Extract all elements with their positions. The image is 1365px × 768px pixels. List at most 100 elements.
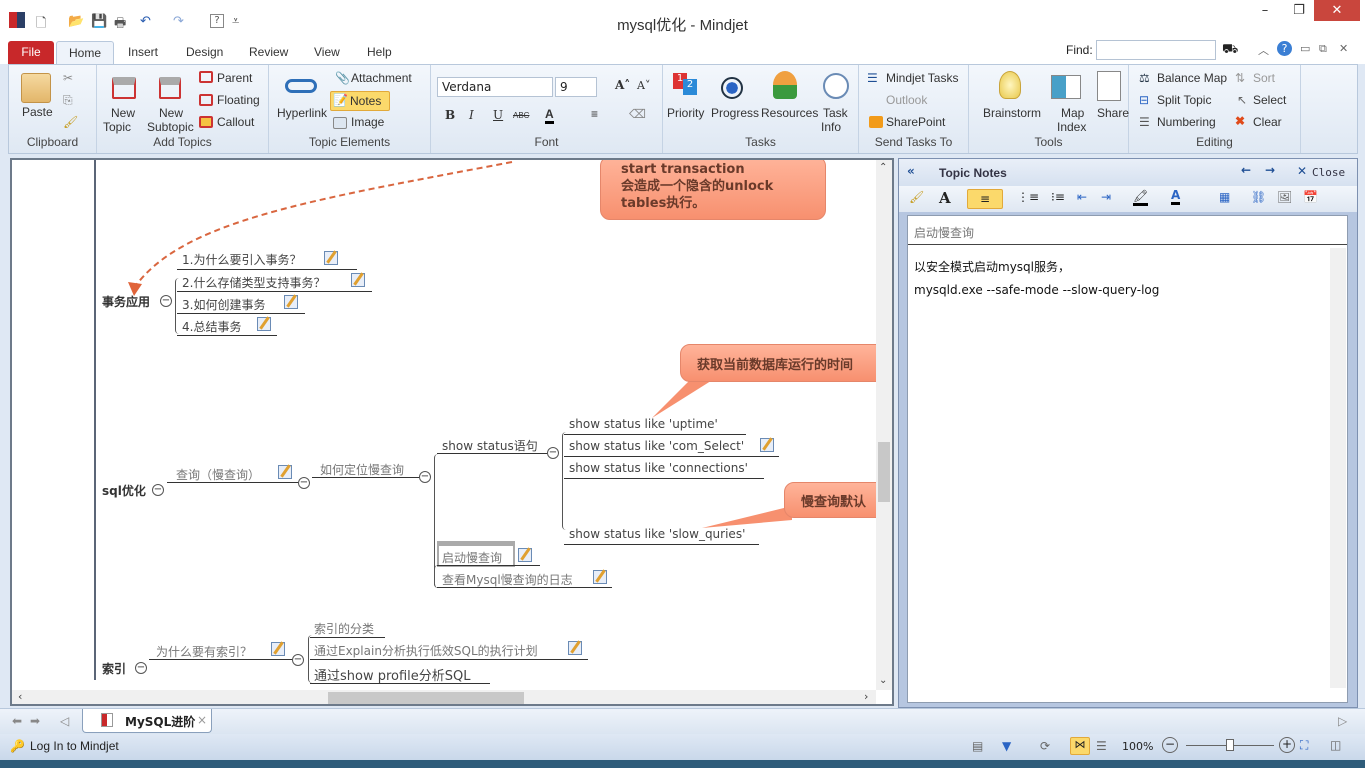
shrink-font-icon[interactable]: A˅: [637, 79, 650, 92]
collapse-ribbon-icon[interactable]: ︿: [1258, 42, 1269, 58]
select-button[interactable]: Select: [1253, 93, 1286, 107]
subtopic-query[interactable]: 查询（慢查询）: [176, 466, 260, 483]
note-icon[interactable]: [284, 295, 298, 309]
share-icon[interactable]: [1097, 71, 1121, 101]
tab-home[interactable]: Home: [56, 41, 115, 64]
bold-button[interactable]: B: [445, 108, 455, 122]
priority-button[interactable]: Priority: [667, 106, 704, 120]
mindjet-tasks-button[interactable]: Mindjet Tasks: [886, 71, 958, 85]
status-item[interactable]: show status like 'com_Select': [569, 439, 744, 453]
map-index-icon[interactable]: [1051, 75, 1081, 99]
numbered-list-icon[interactable]: ⋮≡: [1017, 190, 1039, 204]
zoom-in-button[interactable]: +: [1279, 737, 1295, 753]
new-subtopic-button-line2[interactable]: Subtopic: [147, 120, 194, 134]
horizontal-scrollbar[interactable]: ‹ ›: [12, 690, 876, 704]
sort-button[interactable]: Sort: [1253, 71, 1275, 85]
brainstorm-icon[interactable]: [999, 71, 1021, 99]
collapse-toggle[interactable]: −: [160, 295, 172, 307]
callout-icon[interactable]: [199, 116, 213, 128]
new-topic-button-line2[interactable]: Topic: [103, 120, 131, 134]
back-icon[interactable]: ⬅: [12, 714, 22, 728]
cut-icon[interactable]: ✂: [63, 71, 73, 85]
attachment-icon[interactable]: 📎: [335, 71, 350, 85]
progress-button[interactable]: Progress: [711, 106, 759, 120]
topic-transaction[interactable]: 事务应用: [102, 293, 150, 310]
help-circle-icon[interactable]: ?: [1277, 41, 1292, 56]
topic-index[interactable]: 索引: [102, 660, 126, 677]
restore-button[interactable]: ❐: [1284, 0, 1314, 21]
tab-help[interactable]: Help: [355, 41, 404, 64]
open-icon[interactable]: 📂: [68, 14, 84, 29]
floating-button[interactable]: Floating: [217, 93, 260, 107]
subtopic[interactable]: 2.什么存储类型支持事务？: [182, 274, 325, 291]
italic-button[interactable]: I: [469, 108, 474, 122]
image-icon[interactable]: [333, 117, 347, 129]
list-view-icon[interactable]: ☰: [1096, 739, 1107, 753]
paste-button[interactable]: Paste: [22, 105, 53, 119]
clear-format-icon[interactable]: ⌫: [629, 107, 646, 121]
sync-icon[interactable]: ⟳: [1040, 739, 1050, 753]
parent-icon[interactable]: [199, 71, 213, 83]
horizontal-scroll-thumb[interactable]: [328, 692, 524, 704]
collapse-toggle[interactable]: −: [292, 654, 304, 666]
brainstorm-button[interactable]: Brainstorm: [983, 106, 1041, 120]
tab-review[interactable]: Review: [237, 41, 300, 64]
index-item[interactable]: 索引的分类: [314, 620, 374, 637]
doc-tab-close[interactable]: ×: [197, 713, 207, 727]
numbering-button[interactable]: Numbering: [1157, 115, 1216, 129]
clear-button[interactable]: Clear: [1253, 115, 1282, 129]
highlight-icon[interactable]: 🖍: [1133, 189, 1149, 206]
resources-button[interactable]: Resources: [761, 106, 818, 120]
new-subtopic-button[interactable]: New: [159, 106, 183, 120]
zoom-slider-thumb[interactable]: [1226, 739, 1234, 751]
subtopic[interactable]: 1.为什么要引入事务？: [182, 251, 301, 268]
note-icon[interactable]: [568, 641, 582, 655]
subtopic-show-status[interactable]: show status语句: [442, 437, 538, 454]
align-icon[interactable]: ≡: [591, 107, 598, 121]
note-icon[interactable]: [271, 642, 285, 656]
forward-icon[interactable]: ➡: [30, 714, 40, 728]
notes-line[interactable]: mysqld.exe --safe-mode --slow-query-log: [914, 283, 1159, 297]
previous-note-icon[interactable]: ←: [1241, 163, 1251, 177]
note-icon[interactable]: [257, 317, 271, 331]
align-left-button[interactable]: ≡: [967, 189, 1003, 209]
font-color-icon[interactable]: A: [545, 107, 554, 124]
map-index-button[interactable]: Map: [1061, 106, 1084, 120]
find-input[interactable]: [1096, 40, 1216, 60]
note-icon[interactable]: [351, 273, 365, 287]
note-icon[interactable]: [593, 570, 607, 584]
zoom-out-button[interactable]: −: [1162, 737, 1178, 753]
scroll-down-icon[interactable]: ⌄: [879, 675, 887, 686]
subtopic-locate[interactable]: 如何定位慢查询: [320, 461, 404, 478]
notes-line[interactable]: 以安全模式启动mysql服务，: [914, 258, 1070, 275]
collapse-toggle[interactable]: −: [135, 662, 147, 674]
binoculars-icon[interactable]: ⛟: [1222, 42, 1238, 59]
collapse-toggle[interactable]: −: [547, 447, 559, 459]
progress-icon[interactable]: [721, 77, 743, 99]
callout-button[interactable]: Callout: [217, 115, 254, 129]
task-info-button[interactable]: Task: [823, 106, 848, 120]
callout-start-transaction[interactable]: start transaction 会造成一个隐含的unlock tables执…: [600, 160, 826, 220]
strikethrough-button[interactable]: ABC: [513, 111, 529, 120]
floating-icon[interactable]: [199, 94, 213, 106]
doc-tab-mysql[interactable]: MySQL进阶 ×: [82, 709, 212, 733]
balance-map-button[interactable]: Balance Map: [1157, 71, 1227, 85]
table-icon[interactable]: ▦: [1219, 190, 1230, 204]
minimize-button[interactable]: –: [1250, 0, 1280, 21]
doc-restore-icon[interactable]: ⧉: [1319, 42, 1327, 56]
task-info-icon[interactable]: [823, 73, 849, 99]
image-button[interactable]: Image: [351, 115, 384, 129]
save-icon[interactable]: 💾: [91, 14, 107, 29]
login-button[interactable]: Log In to Mindjet: [30, 739, 119, 753]
new-icon[interactable]: 🗋: [36, 14, 46, 36]
callout-uptime[interactable]: 获取当前数据库运行的时间: [680, 344, 892, 382]
outline-view-icon[interactable]: ▤: [972, 739, 983, 753]
underline-button[interactable]: U: [493, 108, 503, 122]
status-item[interactable]: show status like 'connections': [569, 461, 748, 475]
redo-icon[interactable]: ↷: [173, 14, 184, 29]
split-topic-button[interactable]: Split Topic: [1157, 93, 1211, 107]
parent-button[interactable]: Parent: [217, 71, 252, 85]
note-icon[interactable]: [760, 438, 774, 452]
collapse-toggle[interactable]: −: [298, 477, 310, 489]
copy-icon[interactable]: ⎘: [63, 93, 73, 108]
